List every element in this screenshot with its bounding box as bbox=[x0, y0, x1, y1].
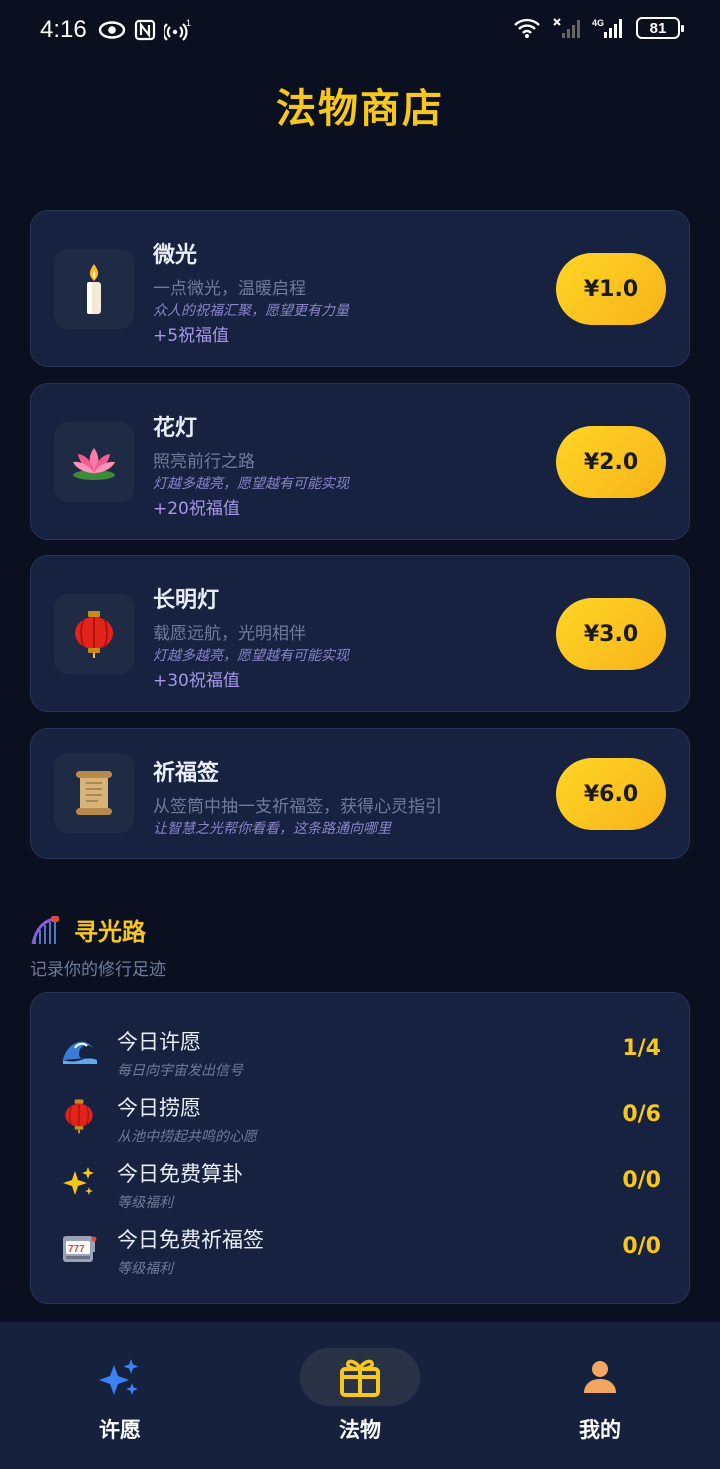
svg-text:777: 777 bbox=[68, 1244, 85, 1255]
bottom-nav: 许愿 法物 我的 bbox=[0, 1322, 720, 1469]
product-desc: 照亮前行之路 bbox=[153, 452, 255, 472]
battery-icon: 81 bbox=[636, 17, 684, 39]
product-bonus: +30祝福值 bbox=[153, 671, 240, 691]
product-name: 微光 bbox=[153, 243, 198, 268]
buy-button[interactable]: ¥1.0 bbox=[556, 253, 666, 325]
list-item: 今日免费算卦 等级福利 0/0 bbox=[31, 1158, 691, 1218]
status-time: 4:16 bbox=[40, 16, 87, 43]
product-bonus: +5祝福值 bbox=[153, 326, 230, 346]
product-card-weiguang[interactable]: 微光 一点微光，温暖启程 众人的祝福汇聚，愿望更有力量 +5祝福值 ¥1.0 bbox=[30, 210, 690, 367]
task-sub: 从池中捞起共鸣的心愿 bbox=[117, 1129, 257, 1145]
task-name: 今日捞愿 bbox=[117, 1096, 201, 1120]
buy-button[interactable]: ¥3.0 bbox=[556, 598, 666, 670]
product-card-changmingdeng[interactable]: 长明灯 载愿远航，光明相伴 灯越多越亮，愿望越有可能实现 +30祝福值 ¥3.0 bbox=[30, 555, 690, 712]
task-sub: 每日向宇宙发出信号 bbox=[117, 1063, 243, 1079]
product-desc: 一点微光，温暖启程 bbox=[153, 279, 306, 299]
hotspot-icon: 1 bbox=[164, 18, 191, 41]
list-item: 今日许愿 每日向宇宙发出信号 1/4 bbox=[31, 1026, 691, 1086]
page-title: 法物商店 bbox=[276, 86, 444, 132]
product-card-qifuqian[interactable]: 祈福签 从签筒中抽一支祈福签，获得心灵指引 让智慧之光帮你看看，这条路通向哪里 … bbox=[30, 728, 690, 859]
task-count: 0/6 bbox=[622, 1102, 661, 1127]
product-desc: 从签筒中抽一支祈福签，获得心灵指引 bbox=[153, 797, 442, 817]
product-tip: 让智慧之光帮你看看，这条路通向哪里 bbox=[153, 821, 391, 837]
candle-icon bbox=[54, 249, 134, 329]
gift-icon bbox=[340, 1359, 380, 1397]
task-count: 0/0 bbox=[622, 1168, 661, 1193]
svg-text:4G: 4G bbox=[592, 18, 604, 28]
roller-coaster-icon bbox=[31, 915, 59, 944]
product-desc: 载愿远航，光明相伴 bbox=[153, 624, 306, 644]
nav-item-items[interactable]: 法物 bbox=[240, 1322, 480, 1469]
task-name: 今日免费算卦 bbox=[117, 1162, 243, 1186]
product-card-huadeng[interactable]: 花灯 照亮前行之路 灯越多越亮，愿望越有可能实现 +20祝福值 ¥2.0 bbox=[30, 383, 690, 540]
list-item: 777 今日免费祈福签 等级福利 0/0 bbox=[31, 1224, 691, 1284]
section-title: 寻光路 bbox=[74, 918, 146, 946]
svg-text:1: 1 bbox=[186, 18, 191, 28]
eye-icon bbox=[98, 21, 126, 39]
status-bar: 4:16 1 4G 81 bbox=[0, 0, 720, 64]
list-item: 今日捞愿 从池中捞起共鸣的心愿 0/6 bbox=[31, 1092, 691, 1152]
red-lantern-icon bbox=[61, 1098, 97, 1134]
sparkles-icon bbox=[99, 1359, 139, 1395]
product-tip: 众人的祝福汇聚，愿望更有力量 bbox=[153, 303, 349, 319]
scroll-icon bbox=[54, 753, 134, 833]
buy-button[interactable]: ¥2.0 bbox=[556, 426, 666, 498]
section-header: 寻光路 bbox=[30, 912, 146, 947]
task-sub: 等级福利 bbox=[117, 1261, 173, 1277]
signal-off-icon bbox=[553, 18, 580, 38]
product-tip: 灯越多越亮，愿望越有可能实现 bbox=[153, 648, 349, 664]
nfc-icon bbox=[134, 19, 156, 41]
task-count: 0/0 bbox=[622, 1234, 661, 1259]
product-name: 花灯 bbox=[153, 416, 198, 441]
task-sub: 等级福利 bbox=[117, 1195, 173, 1211]
task-list: 今日许愿 每日向宇宙发出信号 1/4 今日捞愿 从池中捞起共鸣的心愿 0/6 今… bbox=[30, 992, 690, 1304]
lotus-icon bbox=[54, 422, 134, 502]
slot-machine-icon: 777 bbox=[61, 1230, 97, 1266]
task-name: 今日免费祈福签 bbox=[117, 1228, 264, 1252]
product-name: 长明灯 bbox=[153, 588, 220, 613]
person-icon bbox=[584, 1361, 616, 1393]
nav-label: 我的 bbox=[579, 1418, 621, 1442]
product-name: 祈福签 bbox=[153, 761, 220, 786]
nav-item-wish[interactable]: 许愿 bbox=[0, 1322, 240, 1469]
red-lantern-icon bbox=[54, 594, 134, 674]
sparkles-icon bbox=[61, 1164, 97, 1200]
wave-icon bbox=[61, 1032, 97, 1068]
signal-4g-icon: 4G bbox=[592, 18, 622, 38]
nav-item-mine[interactable]: 我的 bbox=[480, 1322, 720, 1469]
product-tip: 灯越多越亮，愿望越有可能实现 bbox=[153, 476, 349, 492]
buy-button[interactable]: ¥6.0 bbox=[556, 758, 666, 830]
product-bonus: +20祝福值 bbox=[153, 499, 240, 519]
task-count: 1/4 bbox=[622, 1036, 661, 1061]
section-subtitle: 记录你的修行足迹 bbox=[30, 960, 166, 980]
nav-label: 法物 bbox=[339, 1418, 381, 1442]
nav-label: 许愿 bbox=[99, 1418, 141, 1442]
task-name: 今日许愿 bbox=[117, 1030, 201, 1054]
wifi-icon bbox=[514, 18, 540, 38]
